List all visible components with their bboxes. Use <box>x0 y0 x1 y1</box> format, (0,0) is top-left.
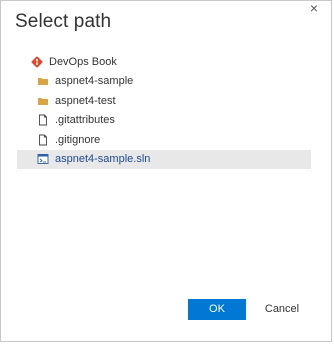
tree-item-label: aspnet4-sample.sln <box>55 153 151 166</box>
tree-item-aspnet4-sample-sln[interactable]: aspnet4-sample.sln <box>17 149 311 169</box>
folder-icon <box>37 95 49 107</box>
tree-item-aspnet4-test[interactable]: aspnet4-test <box>17 91 311 111</box>
solution-file-icon <box>37 153 49 165</box>
tree-item-aspnet4-sample[interactable]: aspnet4-sample <box>17 72 311 92</box>
file-icon <box>37 134 49 146</box>
select-path-dialog: × Select path DevOps Book aspnet4-sample <box>0 0 332 342</box>
tree-item-label: aspnet4-sample <box>55 75 134 88</box>
file-icon <box>37 114 49 126</box>
tree-item-label: .gitignore <box>55 133 101 146</box>
tree-item-label: .gitattributes <box>55 114 115 127</box>
tree-item-label: DevOps Book <box>49 55 117 68</box>
tree-item-gitattributes[interactable]: .gitattributes <box>17 111 311 131</box>
tree-item-devops-book[interactable]: DevOps Book <box>17 52 311 72</box>
ok-button[interactable]: OK <box>188 299 246 320</box>
tree-item-label: aspnet4-test <box>55 94 116 107</box>
close-button[interactable]: × <box>303 1 325 17</box>
dialog-title: Select path <box>15 11 112 32</box>
folder-icon <box>37 75 49 87</box>
path-tree: DevOps Book aspnet4-sample aspnet4-test <box>17 52 311 169</box>
git-repo-icon <box>31 56 43 68</box>
cancel-button[interactable]: Cancel <box>253 299 311 320</box>
tree-item-gitignore[interactable]: .gitignore <box>17 130 311 150</box>
close-icon: × <box>309 0 319 16</box>
